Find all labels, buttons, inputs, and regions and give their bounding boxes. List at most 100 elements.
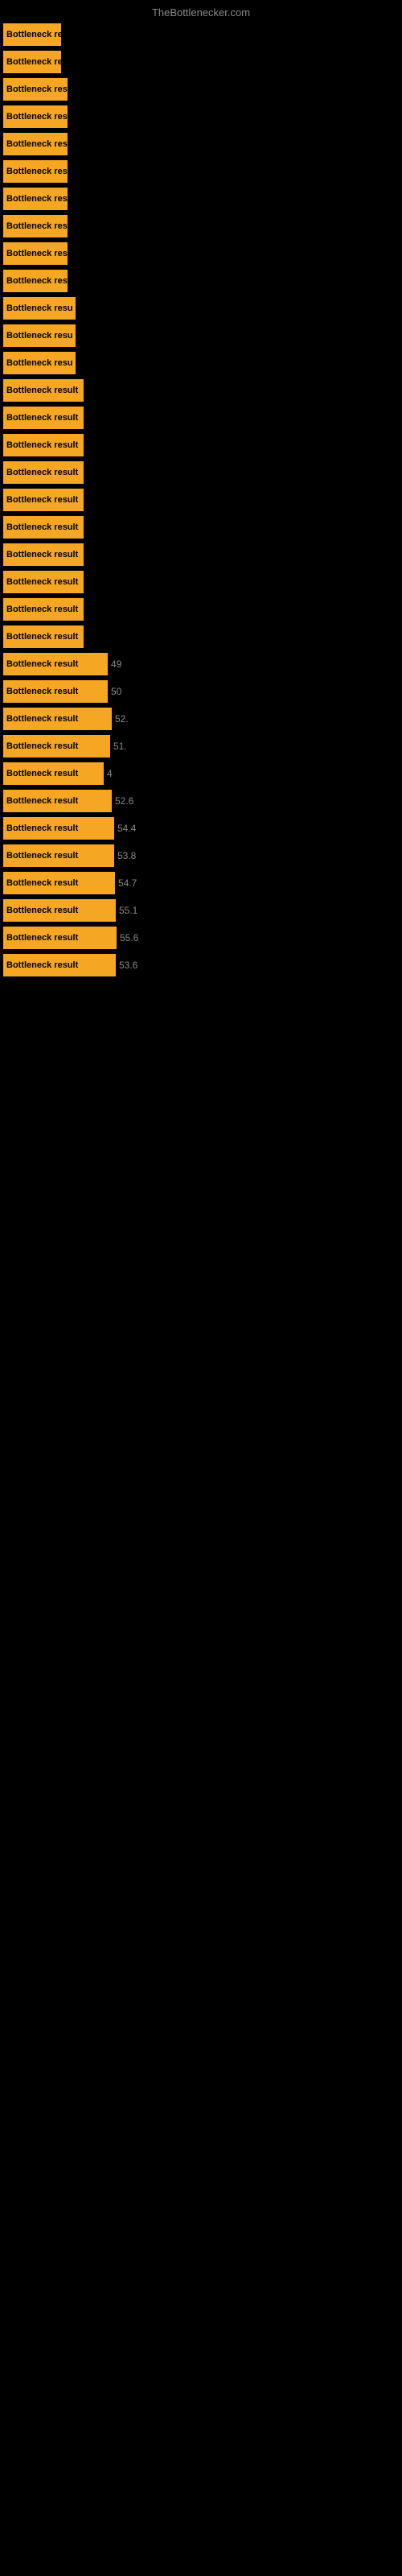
bottleneck-bar: Bottleneck resu: [3, 297, 76, 320]
bar-value: 55.1: [119, 905, 137, 916]
bottleneck-bar: Bottleneck result: [3, 625, 84, 648]
bar-container: Bottleneck result54.7: [0, 872, 137, 894]
table-row: Bottleneck result55.1: [0, 898, 402, 923]
table-row: Bottleneck res: [0, 213, 402, 239]
bar-value: 51.: [113, 741, 127, 752]
bar-container: Bottleneck result49: [0, 653, 121, 675]
table-row: Bottleneck result: [0, 378, 402, 403]
header: TheBottlenecker.com: [0, 0, 402, 22]
bar-container: Bottleneck resu: [0, 352, 76, 374]
table-row: Bottleneck result51.: [0, 733, 402, 759]
table-row: Bottleneck result50: [0, 679, 402, 704]
bar-value: 52.6: [115, 795, 133, 807]
table-row: Bottleneck result54.4: [0, 815, 402, 841]
bottleneck-bar: Bottleneck result: [3, 844, 114, 867]
bottleneck-bar: Bottleneck result: [3, 680, 108, 703]
bottleneck-bar: Bottleneck res: [3, 105, 68, 128]
bar-container: Bottleneck resu: [0, 324, 76, 347]
table-row: Bottleneck resu: [0, 350, 402, 376]
bottleneck-bar: Bottleneck result: [3, 598, 84, 621]
bar-container: Bottleneck re: [0, 23, 61, 46]
bar-value: 54.4: [117, 823, 136, 834]
bar-container: Bottleneck res: [0, 270, 68, 292]
bottleneck-bar: Bottleneck res: [3, 242, 68, 265]
bar-container: Bottleneck res: [0, 133, 68, 155]
chart-container: Bottleneck re Bottleneck re Bottleneck res…: [0, 22, 402, 978]
bottleneck-bar: Bottleneck result: [3, 790, 112, 812]
bottleneck-bar: Bottleneck result: [3, 434, 84, 456]
table-row: Bottleneck result49: [0, 651, 402, 677]
table-row: Bottleneck result53.6: [0, 952, 402, 978]
bar-value: 55.6: [120, 932, 138, 943]
bottleneck-bar: Bottleneck result: [3, 735, 110, 758]
bar-value: 52.: [115, 713, 129, 724]
table-row: Bottleneck result4: [0, 761, 402, 786]
bar-container: Bottleneck result53.8: [0, 844, 136, 867]
bar-container: Bottleneck resu: [0, 297, 76, 320]
bar-container: Bottleneck result53.6: [0, 954, 137, 976]
bottleneck-bar: Bottleneck result: [3, 708, 112, 730]
bar-container: Bottleneck result55.1: [0, 899, 137, 922]
bar-container: Bottleneck result4: [0, 762, 113, 785]
bottleneck-bar: Bottleneck res: [3, 133, 68, 155]
bottleneck-bar: Bottleneck result: [3, 762, 104, 785]
bottleneck-bar: Bottleneck result: [3, 379, 84, 402]
bar-container: Bottleneck result: [0, 489, 84, 511]
table-row: Bottleneck result: [0, 405, 402, 431]
table-row: Bottleneck resu: [0, 323, 402, 349]
bar-container: Bottleneck res: [0, 242, 68, 265]
bottleneck-bar: Bottleneck res: [3, 188, 68, 210]
bottleneck-bar: Bottleneck re: [3, 23, 61, 46]
bar-value: 53.8: [117, 850, 136, 861]
bar-container: Bottleneck result: [0, 379, 84, 402]
bar-value: 53.6: [119, 960, 137, 971]
bottleneck-bar: Bottleneck result: [3, 817, 114, 840]
table-row: Bottleneck res: [0, 268, 402, 294]
bottleneck-bar: Bottleneck result: [3, 653, 108, 675]
bar-container: Bottleneck result: [0, 543, 84, 566]
bottleneck-bar: Bottleneck res: [3, 270, 68, 292]
bar-container: Bottleneck re: [0, 51, 61, 73]
table-row: Bottleneck result55.6: [0, 925, 402, 951]
bottleneck-bar: Bottleneck result: [3, 543, 84, 566]
site-title: TheBottlenecker.com: [152, 6, 250, 19]
bottleneck-bar: Bottleneck resu: [3, 352, 76, 374]
table-row: Bottleneck result52.6: [0, 788, 402, 814]
bottleneck-bar: Bottleneck resu: [3, 324, 76, 347]
bar-container: Bottleneck result: [0, 461, 84, 484]
bar-container: Bottleneck result52.6: [0, 790, 133, 812]
bar-container: Bottleneck result: [0, 434, 84, 456]
bar-container: Bottleneck res: [0, 160, 68, 183]
bar-container: Bottleneck result: [0, 407, 84, 429]
table-row: Bottleneck res: [0, 241, 402, 266]
bar-container: Bottleneck result52.: [0, 708, 129, 730]
bar-container: Bottleneck result54.4: [0, 817, 136, 840]
table-row: Bottleneck result: [0, 460, 402, 485]
table-row: Bottleneck result52.: [0, 706, 402, 732]
table-row: Bottleneck result: [0, 432, 402, 458]
bar-container: Bottleneck result: [0, 598, 84, 621]
bar-container: Bottleneck res: [0, 78, 68, 101]
bottleneck-bar: Bottleneck res: [3, 160, 68, 183]
table-row: Bottleneck resu: [0, 295, 402, 321]
bar-value: 4: [107, 768, 113, 779]
bar-container: Bottleneck result51.: [0, 735, 127, 758]
table-row: Bottleneck result54.7: [0, 870, 402, 896]
table-row: Bottleneck res: [0, 131, 402, 157]
table-row: Bottleneck result53.8: [0, 843, 402, 869]
table-row: Bottleneck res: [0, 159, 402, 184]
bottleneck-bar: Bottleneck result: [3, 407, 84, 429]
bar-value: 54.7: [118, 877, 137, 889]
bar-container: Bottleneck res: [0, 215, 68, 237]
bottleneck-bar: Bottleneck result: [3, 927, 117, 949]
table-row: Bottleneck result: [0, 597, 402, 622]
table-row: Bottleneck res: [0, 186, 402, 212]
bar-value: 50: [111, 686, 121, 697]
bottleneck-bar: Bottleneck result: [3, 899, 116, 922]
table-row: Bottleneck res: [0, 104, 402, 130]
bottleneck-bar: Bottleneck res: [3, 78, 68, 101]
bar-container: Bottleneck result50: [0, 680, 121, 703]
bar-container: Bottleneck res: [0, 188, 68, 210]
table-row: Bottleneck re: [0, 49, 402, 75]
table-row: Bottleneck result: [0, 624, 402, 650]
